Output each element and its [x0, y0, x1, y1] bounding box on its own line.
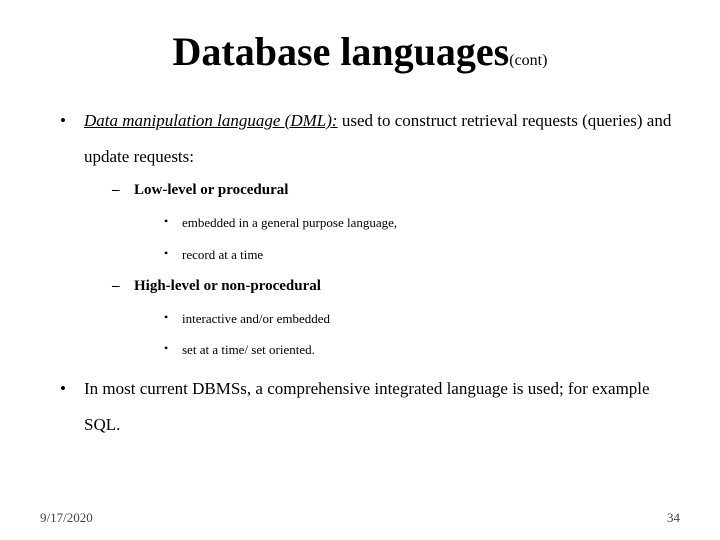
title-main: Database languages: [173, 29, 510, 74]
footer-page: 34: [667, 510, 680, 526]
sub-sub-list: embedded in a general purpose language, …: [134, 207, 680, 269]
list-item: set at a time/ set oriented.: [164, 334, 680, 365]
sub-sub-list: interactive and/or embedded set at a tim…: [134, 303, 680, 365]
sub-label: High-level or non-procedural: [134, 278, 321, 294]
sub-label: Low-level or procedural: [134, 182, 288, 198]
dml-label: Data manipulation language (DML):: [84, 111, 338, 130]
list-item: embedded in a general purpose language,: [164, 207, 680, 238]
bullet-list: Data manipulation language (DML): used t…: [40, 103, 680, 443]
list-item: Low-level or procedural embedded in a ge…: [112, 174, 680, 269]
slide-footer: 9/17/2020 34: [40, 510, 680, 526]
list-item: interactive and/or embedded: [164, 303, 680, 334]
list-item: Data manipulation language (DML): used t…: [60, 103, 680, 365]
list-item: In most current DBMSs, a comprehensive i…: [60, 371, 680, 442]
title-cont: (cont): [509, 52, 547, 69]
list-item: record at a time: [164, 239, 680, 270]
list-item: High-level or non-procedural interactive…: [112, 270, 680, 365]
slide-title: Database languages(cont): [40, 28, 680, 75]
sub-list: Low-level or procedural embedded in a ge…: [84, 174, 680, 365]
footer-date: 9/17/2020: [40, 510, 93, 526]
